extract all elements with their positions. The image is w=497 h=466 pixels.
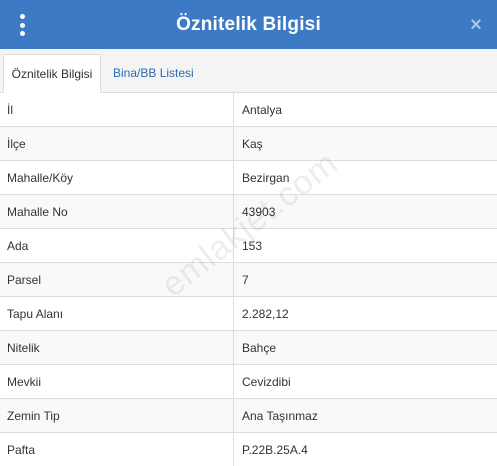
table-row: Mevkii Cevizdibi bbox=[0, 365, 497, 399]
row-value: Kaş bbox=[242, 137, 263, 151]
table-row: Nitelik Bahçe bbox=[0, 331, 497, 365]
row-value: Antalya bbox=[242, 103, 283, 117]
row-label: Zemin Tip bbox=[0, 399, 234, 432]
row-label: Mahalle No bbox=[0, 195, 234, 228]
table-row: Ada 153 bbox=[0, 229, 497, 263]
row-value: 153 bbox=[242, 239, 263, 253]
row-label: Nitelik bbox=[0, 331, 234, 364]
table-row: Mahalle/Köy Bezirgan bbox=[0, 161, 497, 195]
row-value: 7 bbox=[242, 273, 249, 287]
row-value: P.22B.25A.4 bbox=[242, 443, 308, 457]
table-row: Parsel 7 bbox=[0, 263, 497, 297]
tab-bar: Öznitelik Bilgisi Bina/BB Listesi bbox=[0, 49, 497, 94]
table-row: Mahalle No 43903 bbox=[0, 195, 497, 229]
row-label: İlçe bbox=[0, 127, 234, 160]
table-row: İl Antalya bbox=[0, 93, 497, 127]
row-label: İl bbox=[0, 93, 234, 126]
row-value: Ana Taşınmaz bbox=[242, 409, 318, 423]
row-label: Tapu Alanı bbox=[0, 297, 234, 330]
row-value: 43903 bbox=[242, 205, 276, 219]
table-row: Zemin Tip Ana Taşınmaz bbox=[0, 399, 497, 433]
row-label: Pafta bbox=[0, 433, 234, 466]
row-value: Bezirgan bbox=[242, 171, 290, 185]
row-value: Bahçe bbox=[242, 341, 277, 355]
table-row: Tapu Alanı 2.282,12 bbox=[0, 297, 497, 331]
row-value: Cevizdibi bbox=[242, 375, 291, 389]
row-label: Parsel bbox=[0, 263, 234, 296]
dialog-header: Öznitelik Bilgisi × bbox=[0, 0, 497, 49]
row-label: Mahalle/Köy bbox=[0, 161, 234, 194]
tab-bina-bb-listesi[interactable]: Bina/BB Listesi bbox=[104, 54, 203, 93]
table-row: Pafta P.22B.25A.4 bbox=[0, 433, 497, 466]
dialog-title: Öznitelik Bilgisi bbox=[176, 14, 321, 35]
row-label: Mevkii bbox=[0, 365, 234, 398]
close-icon[interactable]: × bbox=[468, 14, 484, 36]
tab-oznitelik-bilgisi[interactable]: Öznitelik Bilgisi bbox=[3, 54, 101, 94]
row-label: Ada bbox=[0, 229, 234, 262]
table-row: İlçe Kaş bbox=[0, 127, 497, 161]
row-value: 2.282,12 bbox=[242, 307, 289, 321]
attribute-table: İl Antalya İlçe Kaş Mahalle/Köy Bezirgan… bbox=[0, 93, 497, 466]
